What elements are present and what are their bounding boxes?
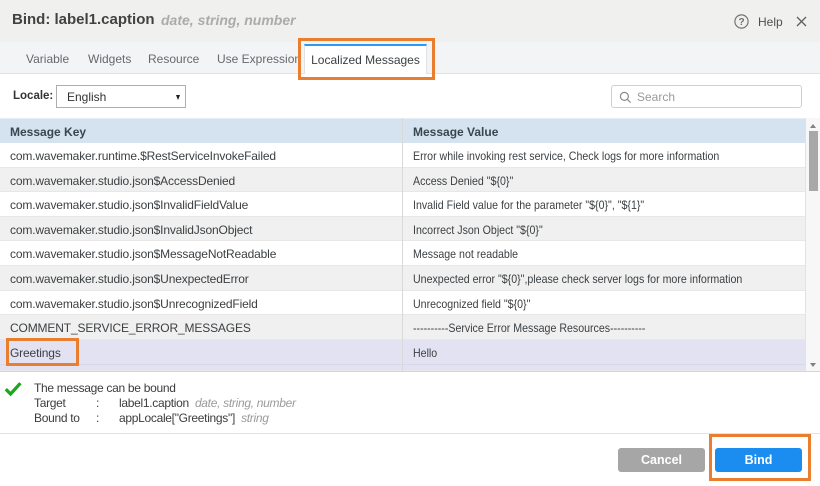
svg-text:?: ? bbox=[739, 17, 745, 28]
